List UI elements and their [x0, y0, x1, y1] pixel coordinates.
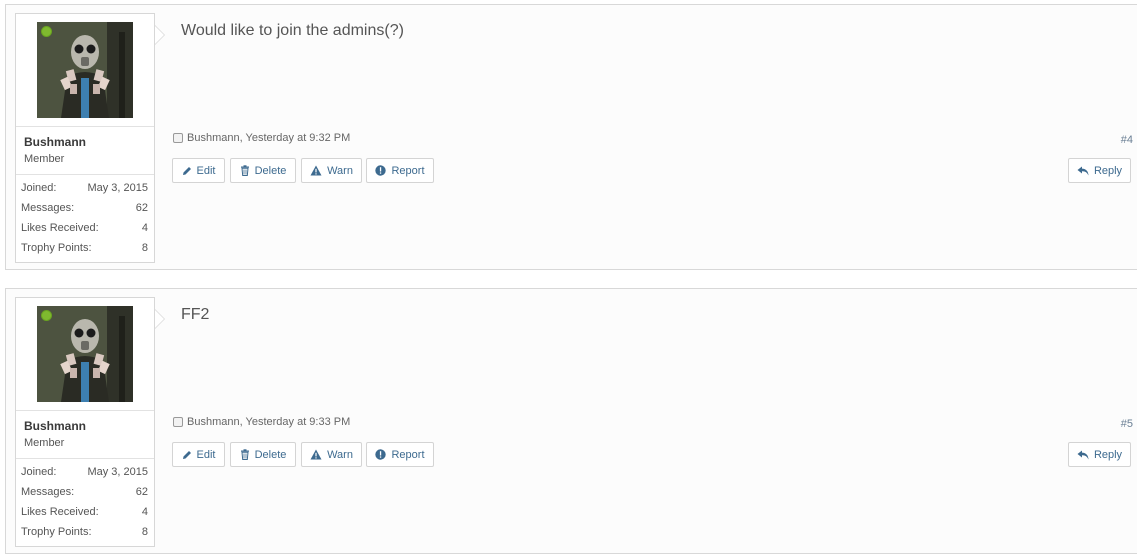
- divider: [16, 410, 154, 411]
- stat-messages: Messages: 62: [21, 202, 148, 222]
- post-author-date[interactable]: Bushmann, Yesterday at 9:32 PM: [187, 132, 350, 144]
- message-text: Would like to join the admins(?): [181, 22, 404, 39]
- post-meta: Bushmann, Yesterday at 9:33 PM: [173, 416, 350, 428]
- post-number-link[interactable]: #5: [1121, 418, 1133, 430]
- edit-button[interactable]: Edit: [172, 442, 225, 467]
- reply-arrow-icon: [1077, 166, 1089, 176]
- stat-label: Likes Received:: [21, 506, 99, 518]
- edit-label: Edit: [196, 448, 216, 461]
- stat-value[interactable]: 62: [136, 202, 148, 214]
- avatar[interactable]: [37, 306, 133, 402]
- pencil-icon: [182, 450, 192, 460]
- reply-arrow-icon: [1077, 450, 1089, 460]
- stat-joined: Joined: May 3, 2015: [21, 182, 148, 202]
- report-button[interactable]: Report: [366, 442, 434, 467]
- warning-icon: [310, 165, 322, 176]
- stat-value[interactable]: 62: [136, 486, 148, 498]
- username-link[interactable]: Bushmann: [24, 419, 86, 433]
- speech-arrow-inner: [155, 26, 164, 44]
- trash-icon: [240, 449, 250, 460]
- reply-button[interactable]: Reply: [1068, 158, 1131, 183]
- user-info-panel: Bushmann Member Joined: May 3, 2015 Mess…: [15, 297, 165, 547]
- divider: [16, 126, 154, 127]
- stat-trophy: Trophy Points: 8: [21, 242, 148, 262]
- message-text: FF2: [181, 306, 210, 323]
- user-stats: Joined: May 3, 2015 Messages: 62 Likes R…: [21, 466, 148, 546]
- stat-label[interactable]: Trophy Points:: [21, 242, 92, 254]
- stat-label[interactable]: Trophy Points:: [21, 526, 92, 538]
- post-number-link[interactable]: #4: [1121, 134, 1133, 146]
- online-status-dot: [41, 26, 52, 37]
- edit-label: Edit: [196, 164, 216, 177]
- avatar-image: [37, 306, 133, 402]
- stat-label[interactable]: Messages:: [21, 486, 74, 498]
- edit-button[interactable]: Edit: [172, 158, 225, 183]
- stat-value[interactable]: 8: [142, 242, 148, 254]
- stat-value[interactable]: 8: [142, 526, 148, 538]
- stat-label: Joined:: [21, 466, 57, 478]
- select-post-checkbox[interactable]: [173, 417, 183, 427]
- divider: [16, 458, 154, 459]
- stat-value: 4: [141, 222, 148, 234]
- reply-button[interactable]: Reply: [1068, 442, 1131, 467]
- report-label: Report: [391, 448, 425, 461]
- post-meta: Bushmann, Yesterday at 9:32 PM: [173, 132, 350, 144]
- message-post: Bushmann Member Joined: May 3, 2015 Mess…: [5, 4, 1137, 270]
- user-stats: Joined: May 3, 2015 Messages: 62 Likes R…: [21, 182, 148, 262]
- speech-arrow-inner: [155, 310, 164, 328]
- warn-label: Warn: [327, 448, 353, 461]
- reply-label: Reply: [1093, 448, 1123, 461]
- message-post: Bushmann Member Joined: May 3, 2015 Mess…: [5, 288, 1137, 554]
- stat-value: May 3, 2015: [87, 182, 148, 194]
- stat-value: 4: [141, 506, 148, 518]
- user-info-panel: Bushmann Member Joined: May 3, 2015 Mess…: [15, 13, 165, 263]
- warn-label: Warn: [327, 164, 353, 177]
- avatar[interactable]: [37, 22, 133, 118]
- warn-button[interactable]: Warn: [301, 442, 362, 467]
- report-button[interactable]: Report: [366, 158, 434, 183]
- stat-joined: Joined: May 3, 2015: [21, 466, 148, 486]
- stat-label: Likes Received:: [21, 222, 99, 234]
- delete-label: Delete: [254, 164, 287, 177]
- stat-likes: Likes Received: 4: [21, 506, 148, 526]
- report-label: Report: [391, 164, 425, 177]
- user-title: Member: [24, 153, 65, 165]
- warning-icon: [310, 449, 322, 460]
- stat-trophy: Trophy Points: 8: [21, 526, 148, 546]
- select-post-checkbox[interactable]: [173, 133, 183, 143]
- stat-value: May 3, 2015: [87, 466, 148, 478]
- info-circle-icon: [375, 165, 387, 176]
- username-link[interactable]: Bushmann: [24, 135, 86, 149]
- user-title: Member: [24, 437, 65, 449]
- info-circle-icon: [375, 449, 387, 460]
- stat-messages: Messages: 62: [21, 486, 148, 506]
- reply-label: Reply: [1093, 164, 1123, 177]
- avatar-image: [37, 22, 133, 118]
- delete-label: Delete: [254, 448, 287, 461]
- stat-likes: Likes Received: 4: [21, 222, 148, 242]
- pencil-icon: [182, 166, 192, 176]
- trash-icon: [240, 165, 250, 176]
- delete-button[interactable]: Delete: [230, 158, 296, 183]
- post-author-date[interactable]: Bushmann, Yesterday at 9:33 PM: [187, 416, 350, 428]
- online-status-dot: [41, 310, 52, 321]
- delete-button[interactable]: Delete: [230, 442, 296, 467]
- stat-label[interactable]: Messages:: [21, 202, 74, 214]
- warn-button[interactable]: Warn: [301, 158, 362, 183]
- divider: [16, 174, 154, 175]
- stat-label: Joined:: [21, 182, 57, 194]
